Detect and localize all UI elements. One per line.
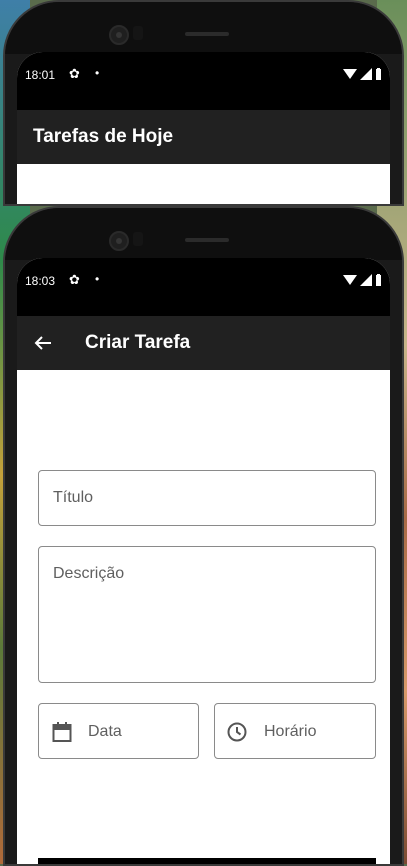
title-placeholder: Título: [53, 489, 94, 506]
signal-icon: [360, 274, 372, 286]
time-picker-field[interactable]: Horário: [214, 703, 376, 759]
app-bar: Tarefas de Hoje: [17, 110, 390, 164]
phone-frame-1: 18:01 ✿ • Tarefas de Hoje: [3, 0, 404, 206]
phone-bezel: [5, 208, 402, 260]
create-task-form: Título Descrição Data Horário: [17, 370, 390, 864]
back-arrow-icon[interactable]: [33, 333, 53, 353]
date-picker-field[interactable]: Data: [38, 703, 199, 759]
front-camera: [109, 25, 129, 45]
status-bar: 18:01 ✿ •: [17, 52, 390, 110]
wifi-icon: [343, 275, 357, 285]
status-time: 18:03: [25, 274, 56, 288]
app-bar: Criar Tarefa: [17, 316, 390, 370]
description-placeholder: Descrição: [53, 565, 125, 582]
proximity-sensor: [133, 232, 143, 246]
status-time: 18:01: [25, 68, 56, 82]
time-label: Horário: [264, 723, 317, 740]
status-bar: 18:03 ✿ •: [17, 258, 390, 316]
notification-dot: •: [95, 66, 100, 80]
notification-dot: •: [95, 272, 100, 286]
proximity-sensor: [133, 26, 143, 40]
signal-icon: [360, 68, 372, 80]
earpiece-speaker: [185, 32, 229, 36]
battery-icon: [376, 274, 381, 286]
app-bar-title: Tarefas de Hoje: [33, 126, 174, 147]
app-bar-title: Criar Tarefa: [85, 332, 191, 353]
screen-2: 18:03 ✿ • Criar Tarefa Título Descrição: [17, 258, 390, 864]
screen-1: 18:01 ✿ • Tarefas de Hoje: [17, 52, 390, 204]
status-icons: [343, 68, 382, 80]
phone-bezel: [5, 2, 402, 54]
clock-icon: [227, 722, 247, 742]
gear-icon: ✿: [69, 66, 80, 81]
calendar-icon: [52, 722, 72, 742]
gear-icon: ✿: [69, 272, 80, 287]
wifi-icon: [343, 69, 357, 79]
earpiece-speaker: [185, 238, 229, 242]
description-field[interactable]: Descrição: [38, 546, 376, 683]
status-icons: [343, 274, 382, 286]
battery-icon: [376, 68, 381, 80]
phone-frame-2: 18:03 ✿ • Criar Tarefa Título Descrição: [3, 206, 404, 866]
save-task-button[interactable]: [38, 858, 376, 864]
front-camera: [109, 231, 129, 251]
date-label: Data: [88, 723, 122, 740]
content-area: [17, 164, 390, 204]
title-field[interactable]: Título: [38, 470, 376, 526]
